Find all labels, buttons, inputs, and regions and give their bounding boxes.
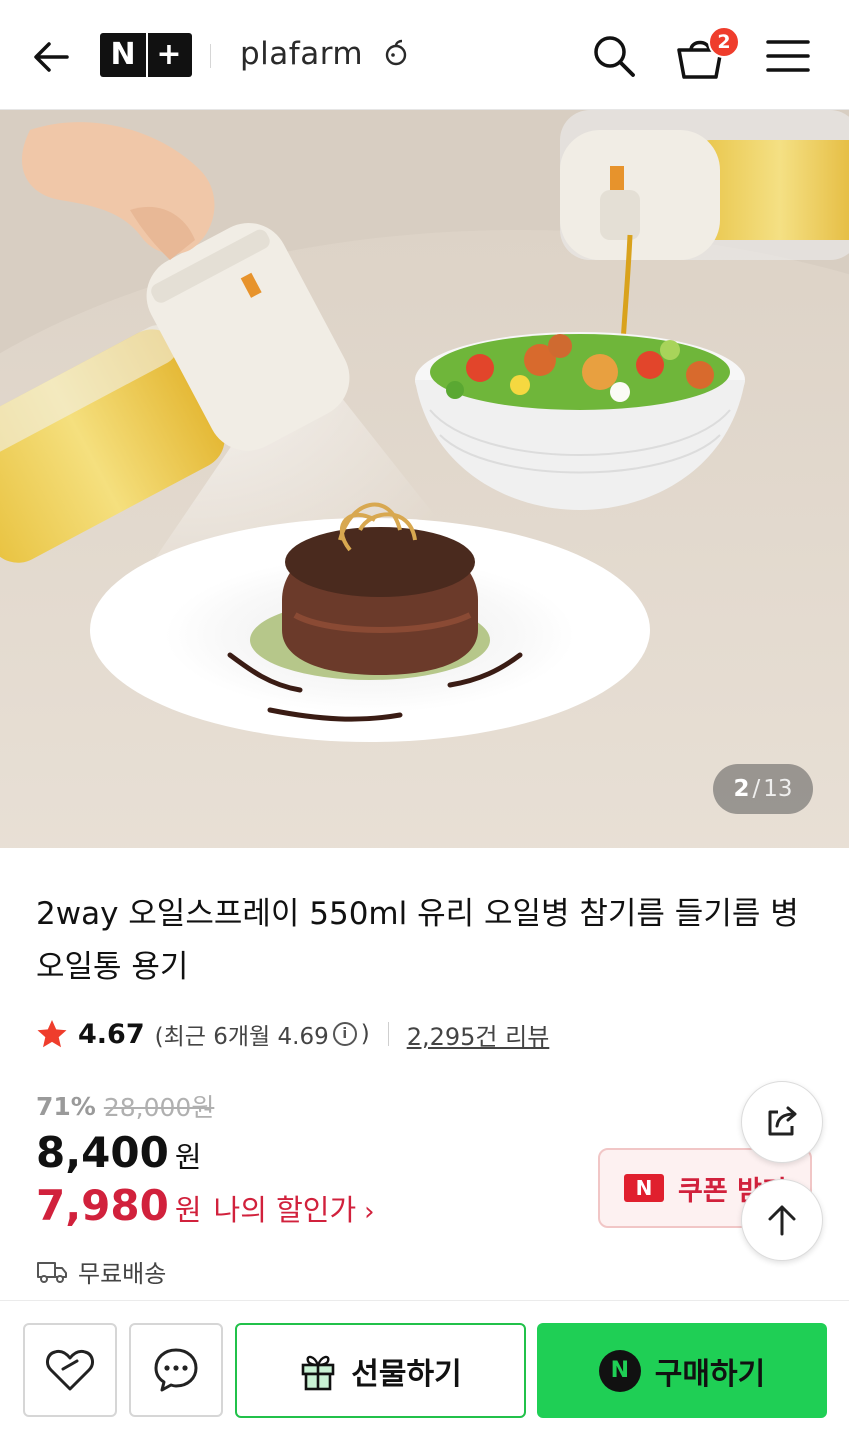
top-header: N + plafarm 2 bbox=[0, 0, 849, 110]
rating-value: 4.67 bbox=[78, 1018, 145, 1050]
gift-icon bbox=[301, 1355, 335, 1390]
naver-n-icon: N bbox=[624, 1174, 664, 1202]
search-button[interactable] bbox=[588, 30, 640, 82]
gift-button[interactable]: 선물하기 bbox=[235, 1323, 526, 1418]
rating-divider bbox=[387, 1022, 389, 1046]
my-price-unit: 원 bbox=[174, 1193, 202, 1227]
cart-count-badge: 2 bbox=[708, 26, 740, 58]
star-icon bbox=[37, 1020, 67, 1048]
sale-price: 8,400 bbox=[36, 1128, 169, 1177]
image-counter-total: 13 bbox=[763, 776, 793, 802]
share-icon bbox=[768, 1106, 797, 1136]
truck-icon bbox=[37, 1261, 67, 1283]
image-counter-separator: / bbox=[752, 776, 761, 802]
discount-percent: 71% bbox=[36, 1091, 96, 1121]
product-page: N + plafarm 2 2 / 13 2way 오일스프레이 550ml 유… bbox=[0, 0, 849, 1440]
chevron-right-icon: › bbox=[364, 1197, 375, 1227]
my-price: 7,980 bbox=[36, 1181, 169, 1230]
product-title: 2way 오일스프레이 550ml 유리 오일병 참기름 들기름 병 오일통 용… bbox=[36, 896, 799, 985]
logo-n: N bbox=[110, 37, 136, 72]
scroll-top-button[interactable] bbox=[741, 1179, 823, 1261]
buy-button[interactable]: N 구매하기 bbox=[537, 1323, 827, 1418]
sale-price-unit: 원 bbox=[174, 1140, 202, 1174]
recent-rating-close: ) bbox=[360, 1021, 370, 1047]
info-icon[interactable]: i bbox=[332, 1022, 357, 1046]
my-price-label: 나의 할인가 bbox=[213, 1193, 357, 1227]
talk-button[interactable] bbox=[129, 1323, 223, 1417]
back-arrow-icon bbox=[34, 42, 69, 72]
bottom-action-bar: 선물하기 N 구매하기 bbox=[0, 1300, 849, 1440]
product-image-gallery[interactable]: 2 / 13 bbox=[0, 110, 849, 848]
naver-pay-icon: N bbox=[598, 1349, 641, 1392]
original-price: 28,000원 bbox=[103, 1093, 215, 1122]
shipping-label: 무료배송 bbox=[78, 1260, 167, 1288]
image-counter: 2 / 13 bbox=[713, 764, 813, 814]
header-divider bbox=[210, 44, 211, 68]
review-count-link[interactable]: 2,295건 리뷰 bbox=[407, 1017, 550, 1052]
menu-button[interactable] bbox=[764, 34, 812, 78]
wishlist-button[interactable] bbox=[23, 1323, 117, 1417]
recent-rating: (최근 6개월 4.69 bbox=[154, 1024, 329, 1050]
gift-label: 선물하기 bbox=[351, 1356, 462, 1392]
logo-divider bbox=[146, 33, 148, 77]
search-icon bbox=[594, 36, 635, 77]
arrow-up-icon bbox=[768, 1205, 796, 1236]
menu-icon bbox=[766, 40, 810, 72]
price-row: 8,400 원 bbox=[36, 1128, 202, 1177]
share-button[interactable] bbox=[741, 1081, 823, 1163]
rating-row: 4.67 (최근 6개월 4.69 i ) 2,295건 리뷰 bbox=[36, 1016, 549, 1052]
heart-icon bbox=[46, 1349, 94, 1391]
image-counter-current: 2 bbox=[733, 776, 750, 802]
naver-plus-logo[interactable]: N + bbox=[100, 33, 192, 77]
brand-mark-icon bbox=[385, 39, 407, 66]
product-photo bbox=[0, 110, 849, 848]
back-button[interactable] bbox=[26, 32, 76, 82]
buy-label: 구매하기 bbox=[654, 1356, 766, 1392]
brand-name[interactable]: plafarm bbox=[240, 36, 363, 72]
logo-plus: + bbox=[156, 37, 182, 72]
my-discount-price-link[interactable]: 7,980 원 나의 할인가 › bbox=[36, 1181, 375, 1230]
discount-row: 71% 28,000원 bbox=[36, 1088, 214, 1124]
chat-icon bbox=[154, 1348, 198, 1392]
shipping-info: 무료배송 bbox=[36, 1254, 166, 1289]
